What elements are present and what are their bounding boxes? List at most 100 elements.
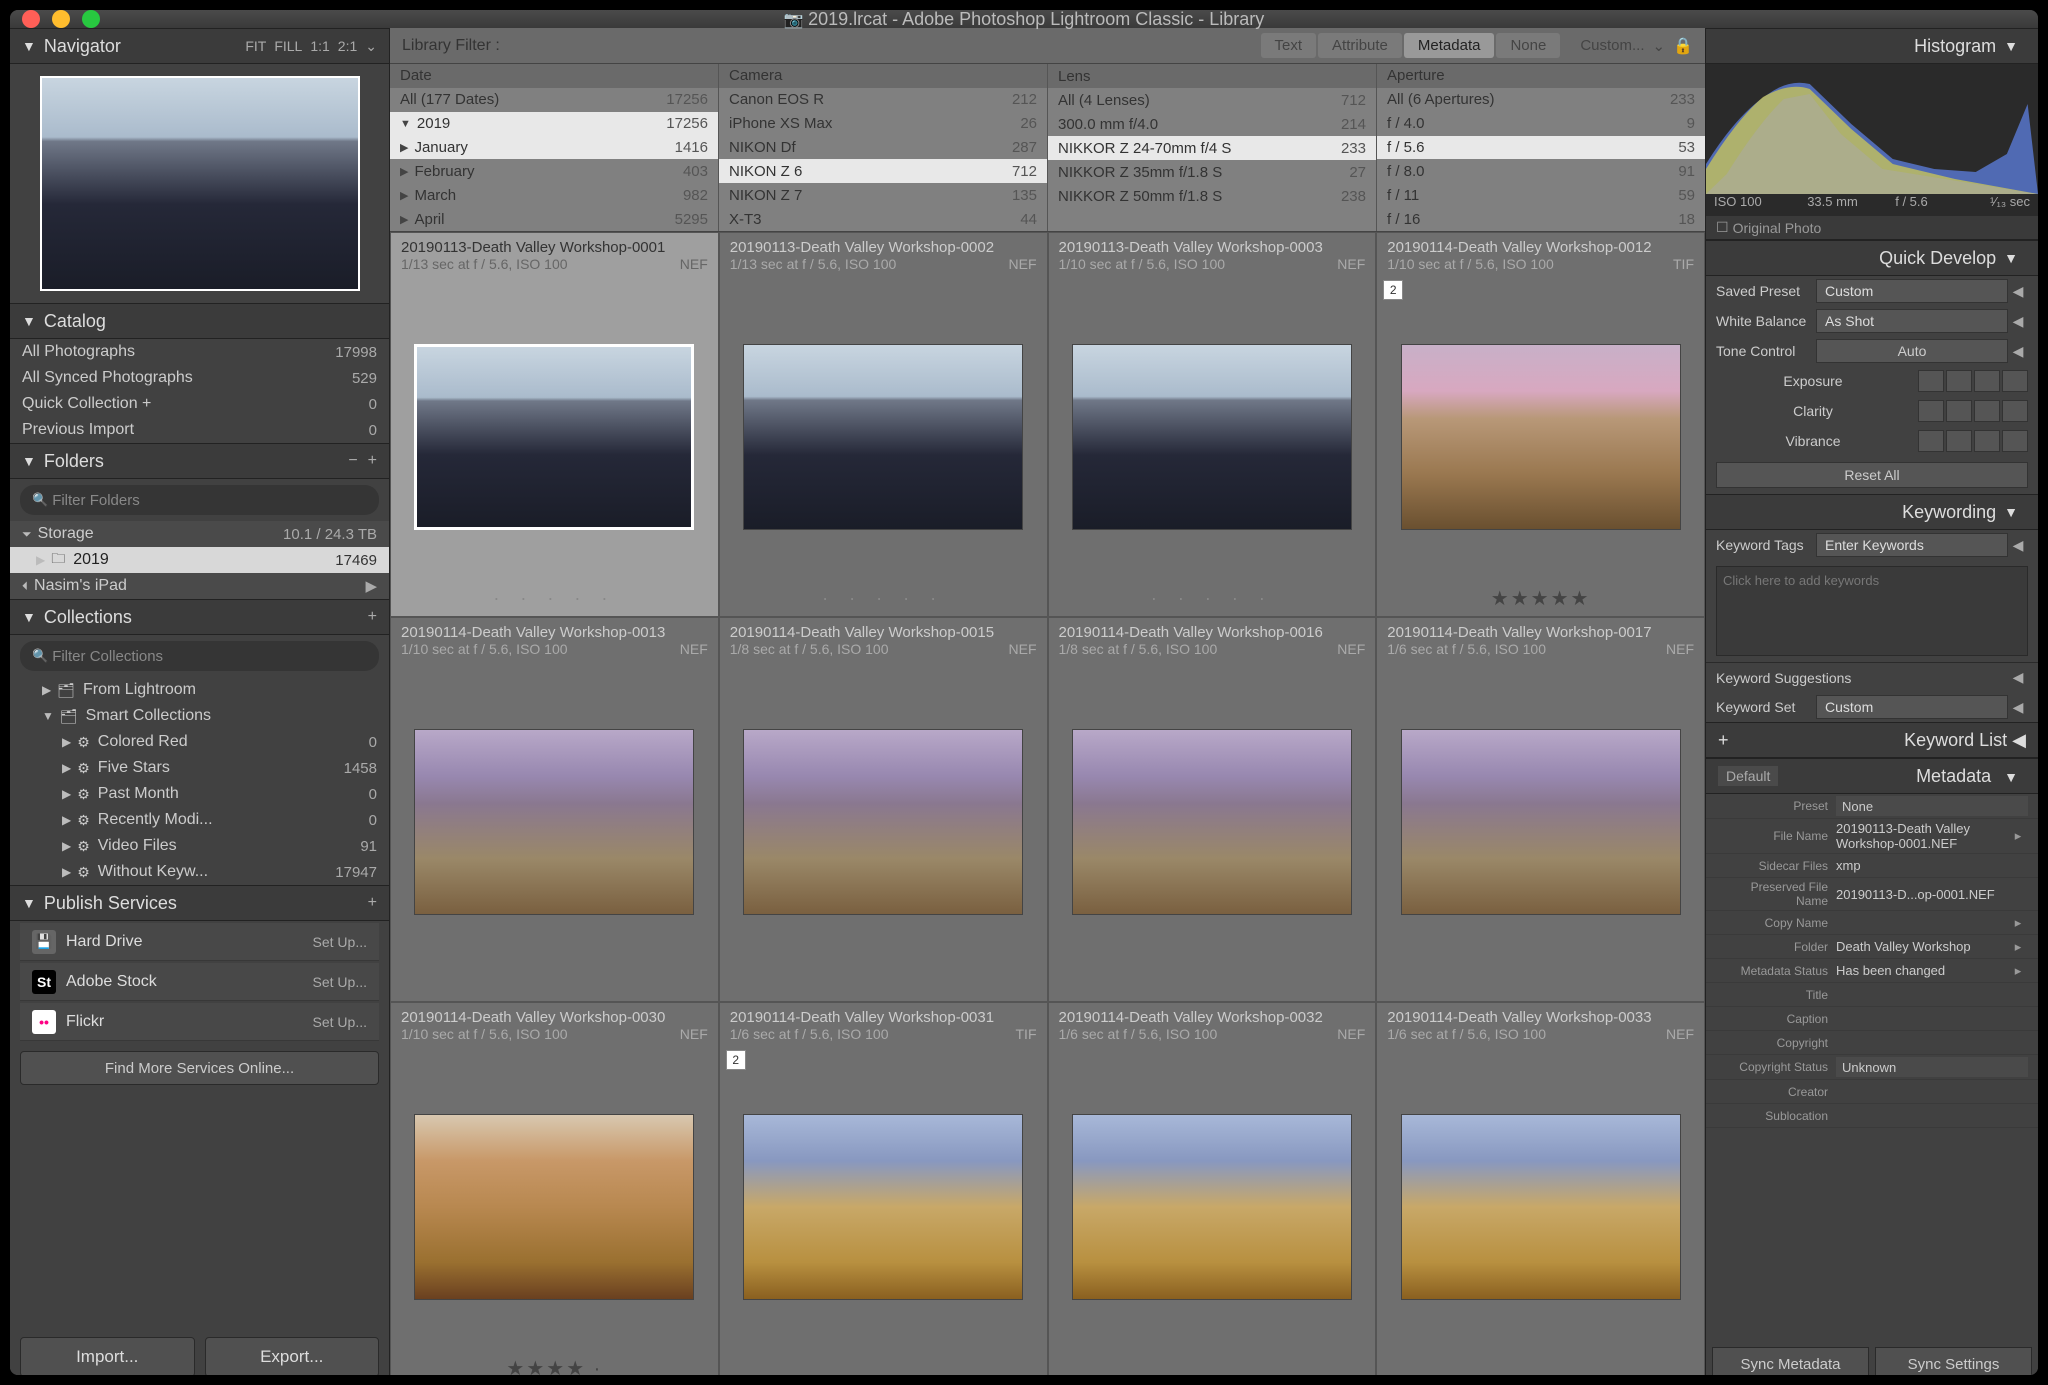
metadata-filter-row[interactable]: NIKON Z 7135 — [719, 183, 1047, 207]
thumbnail[interactable] — [414, 344, 694, 530]
publish-service[interactable]: StAdobe StockSet Up... — [20, 963, 379, 1001]
vibrance-stepper[interactable] — [1918, 430, 2028, 452]
publish-header[interactable]: ▼ Publish Services + — [10, 885, 389, 921]
metadata-row[interactable]: FolderDeath Valley Workshop▸ — [1706, 935, 2038, 959]
thumbnail[interactable] — [1401, 344, 1681, 530]
filter-tab-none[interactable]: None — [1496, 33, 1560, 58]
metadata-filter-row[interactable]: All (177 Dates)17256 — [390, 88, 718, 112]
stack-badge[interactable]: 2 — [726, 1050, 746, 1070]
grid-cell[interactable]: 20190114-Death Valley Workshop-00311/6 s… — [719, 1002, 1048, 1375]
metadata-column-header[interactable]: Aperture — [1377, 64, 1705, 88]
metadata-filter-row[interactable]: All (4 Lenses)712 — [1048, 88, 1376, 112]
expand-icon[interactable]: ◀ — [2008, 699, 2028, 716]
publish-service[interactable]: 💾Hard DriveSet Up... — [20, 923, 379, 961]
grid-cell[interactable]: 20190113-Death Valley Workshop-00011/13 … — [390, 232, 719, 617]
expand-icon[interactable]: ◀ — [2008, 537, 2028, 554]
collection-item[interactable]: ▼🗂Smart Collections — [10, 703, 389, 729]
rating-dots[interactable]: · · · · · — [391, 580, 718, 616]
metadata-view-select[interactable]: Default — [1718, 766, 1778, 786]
collections-filter[interactable]: Filter Collections — [20, 641, 379, 671]
grid-cell[interactable]: 20190113-Death Valley Workshop-00031/10 … — [1048, 232, 1377, 617]
original-photo-checkbox[interactable]: Original Photo — [1706, 216, 2038, 240]
keyword-set-select[interactable]: Custom — [1816, 695, 2008, 719]
plus-icon[interactable]: + — [1718, 730, 1729, 751]
metadata-filter-row[interactable]: 300.0 mm f/4.0214 — [1048, 112, 1376, 136]
metadata-filter-row[interactable]: NIKKOR Z 24-70mm f/4 S233 — [1048, 136, 1376, 160]
find-more-button[interactable]: Find More Services Online... — [20, 1051, 379, 1085]
storage-row[interactable]: ⏷ Storage 10.1 / 24.3 TB — [10, 521, 389, 547]
stack-badge[interactable]: 2 — [1383, 280, 1403, 300]
metadata-filter-row[interactable]: ▼201917256 — [390, 112, 718, 136]
metadata-filter-row[interactable]: f / 8.091 — [1377, 159, 1705, 183]
metadata-filter-row[interactable]: ▶January1416 — [390, 136, 718, 160]
metadata-row[interactable]: File Name20190113-Death Valley Workshop-… — [1706, 819, 2038, 854]
collection-item[interactable]: ▶⚙Recently Modi...0 — [10, 807, 389, 833]
rating-dots[interactable]: · · · · · — [1049, 580, 1376, 616]
nav-1-1[interactable]: 1:1 — [310, 38, 329, 54]
rating-stars[interactable]: ★★★★★ — [1377, 580, 1704, 616]
go-icon[interactable]: ▸ — [2008, 915, 2028, 931]
thumbnail[interactable] — [743, 729, 1023, 915]
metadata-row[interactable]: Copyright StatusUnknown — [1706, 1055, 2038, 1080]
metadata-row[interactable]: Preserved File Name20190113-D...op-0001.… — [1706, 878, 2038, 911]
grid-cell[interactable]: 20190114-Death Valley Workshop-00171/6 s… — [1376, 617, 1705, 1002]
grid-cell[interactable]: 20190113-Death Valley Workshop-00021/13 … — [719, 232, 1048, 617]
collection-item[interactable]: ▶⚙Colored Red0 — [10, 729, 389, 755]
metadata-filter-row[interactable]: NIKKOR Z 35mm f/1.8 S27 — [1048, 160, 1376, 184]
collection-item[interactable]: ▶🗂From Lightroom — [10, 677, 389, 703]
nav-zoom-menu[interactable]: ⌄ — [365, 38, 377, 55]
auto-tone-button[interactable]: Auto — [1816, 339, 2008, 363]
folders-filter[interactable]: Filter Folders — [20, 485, 379, 515]
metadata-filter-row[interactable]: f / 1159 — [1377, 183, 1705, 207]
keyword-list-header[interactable]: + Keyword List ◀ — [1706, 722, 2038, 758]
expand-icon[interactable]: ◀ — [2008, 283, 2028, 300]
lock-icon[interactable]: 🔒 — [1673, 36, 1693, 56]
sync-settings-button[interactable]: Sync Settings — [1875, 1347, 2032, 1375]
thumbnail[interactable] — [743, 344, 1023, 530]
rating-stars[interactable]: ★★★★ · — [391, 1350, 718, 1375]
folders-header[interactable]: ▼ Folders − + — [10, 443, 389, 479]
filter-tab-text[interactable]: Text — [1261, 33, 1317, 58]
nav-2-1[interactable]: 2:1 — [338, 38, 357, 54]
metadata-column-header[interactable]: Date — [390, 64, 718, 88]
metadata-row[interactable]: Sidecar Filesxmp — [1706, 854, 2038, 878]
catalog-item[interactable]: Previous Import0 — [10, 417, 389, 443]
grid-cell[interactable]: 20190114-Death Valley Workshop-00151/8 s… — [719, 617, 1048, 1002]
go-icon[interactable]: ▸ — [2008, 963, 2028, 979]
metadata-filter-row[interactable]: NIKKOR Z 50mm f/1.8 S238 — [1048, 184, 1376, 208]
metadata-row[interactable]: Creator — [1706, 1080, 2038, 1104]
catalog-item[interactable]: Quick Collection +0 — [10, 391, 389, 417]
thumbnail[interactable] — [414, 729, 694, 915]
exposure-stepper[interactable] — [1918, 370, 2028, 392]
grid-cell[interactable]: 20190114-Death Valley Workshop-00121/10 … — [1376, 232, 1705, 617]
folder-2019[interactable]: ▶ 🗀 2019 17469 — [10, 547, 389, 573]
filter-preset-dropdown[interactable]: Custom... — [1580, 37, 1644, 54]
minus-icon[interactable]: − — [348, 452, 357, 470]
thumbnail[interactable] — [414, 1114, 694, 1300]
go-icon[interactable]: ▸ — [2008, 828, 2028, 844]
collections-header[interactable]: ▼ Collections + — [10, 599, 389, 635]
histogram-header[interactable]: Histogram ▼ — [1706, 28, 2038, 64]
catalog-header[interactable]: ▼ Catalog — [10, 303, 389, 339]
export-button[interactable]: Export... — [205, 1337, 380, 1375]
plus-icon[interactable]: + — [368, 452, 377, 470]
keyword-input[interactable]: Click here to add keywords — [1716, 566, 2028, 656]
reset-all-button[interactable]: Reset All — [1716, 462, 2028, 488]
metadata-row[interactable]: Title — [1706, 983, 2038, 1007]
clarity-stepper[interactable] — [1918, 400, 2028, 422]
navigator-preview[interactable] — [10, 64, 389, 303]
keywording-header[interactable]: Keywording ▼ — [1706, 494, 2038, 530]
collection-item[interactable]: ▶⚙Five Stars1458 — [10, 755, 389, 781]
metadata-filter-row[interactable]: f / 4.09 — [1377, 112, 1705, 136]
quick-develop-header[interactable]: Quick Develop ▼ — [1706, 240, 2038, 276]
publish-service[interactable]: ••FlickrSet Up... — [20, 1003, 379, 1041]
navigator-header[interactable]: ▼ Navigator FIT FILL 1:1 2:1 ⌄ — [10, 28, 389, 64]
metadata-filter-row[interactable]: Canon EOS R212 — [719, 88, 1047, 112]
grid-cell[interactable]: 20190114-Death Valley Workshop-00331/6 s… — [1376, 1002, 1705, 1375]
collection-item[interactable]: ▶⚙Without Keyw...17947 — [10, 859, 389, 885]
thumbnail[interactable] — [1072, 344, 1352, 530]
grid-cell[interactable]: 20190114-Death Valley Workshop-00161/8 s… — [1048, 617, 1377, 1002]
grid-cell[interactable]: 20190114-Death Valley Workshop-00131/10 … — [390, 617, 719, 1002]
go-icon[interactable]: ▸ — [2008, 939, 2028, 955]
rating-dots[interactable]: · · · · · — [720, 580, 1047, 616]
